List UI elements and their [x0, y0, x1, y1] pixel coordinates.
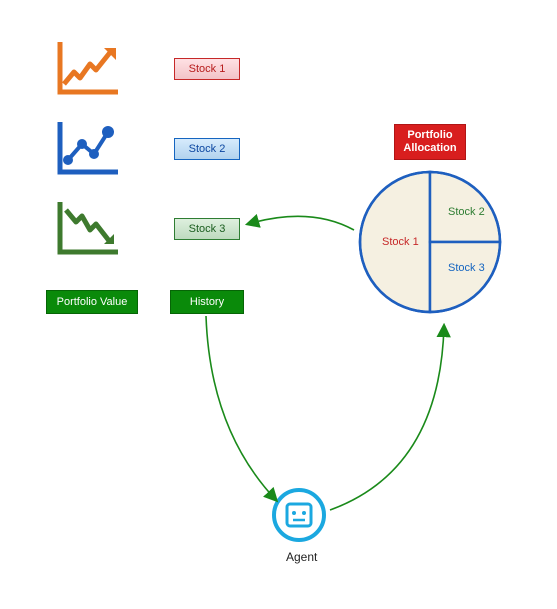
pie-chart [356, 168, 504, 321]
pie-slice-s1-label: Stock 1 [382, 236, 419, 248]
portfolio-allocation-badge: Portfolio Allocation [394, 124, 466, 160]
stock2-chart-icon [54, 118, 124, 178]
stock3-label-text: Stock 3 [189, 223, 226, 235]
stock1-chart-icon [54, 38, 124, 98]
history-badge: History [170, 290, 244, 314]
pie-slice-s2-label: Stock 2 [448, 206, 485, 218]
pie-slice-s3-label: Stock 3 [448, 262, 485, 274]
stock3-chart-icon [54, 198, 124, 258]
stock1-label: Stock 1 [174, 58, 240, 80]
stock1-label-text: Stock 1 [189, 63, 226, 75]
agent-icon [272, 488, 326, 542]
stock2-label-text: Stock 2 [189, 143, 226, 155]
portfolio-allocation-text: Portfolio Allocation [403, 129, 456, 155]
agent-label: Agent [286, 550, 317, 564]
history-text: History [190, 296, 224, 308]
stock2-label: Stock 2 [174, 138, 240, 160]
portfolio-value-text: Portfolio Value [57, 296, 128, 308]
portfolio-value-badge: Portfolio Value [46, 290, 138, 314]
stock3-label: Stock 3 [174, 218, 240, 240]
